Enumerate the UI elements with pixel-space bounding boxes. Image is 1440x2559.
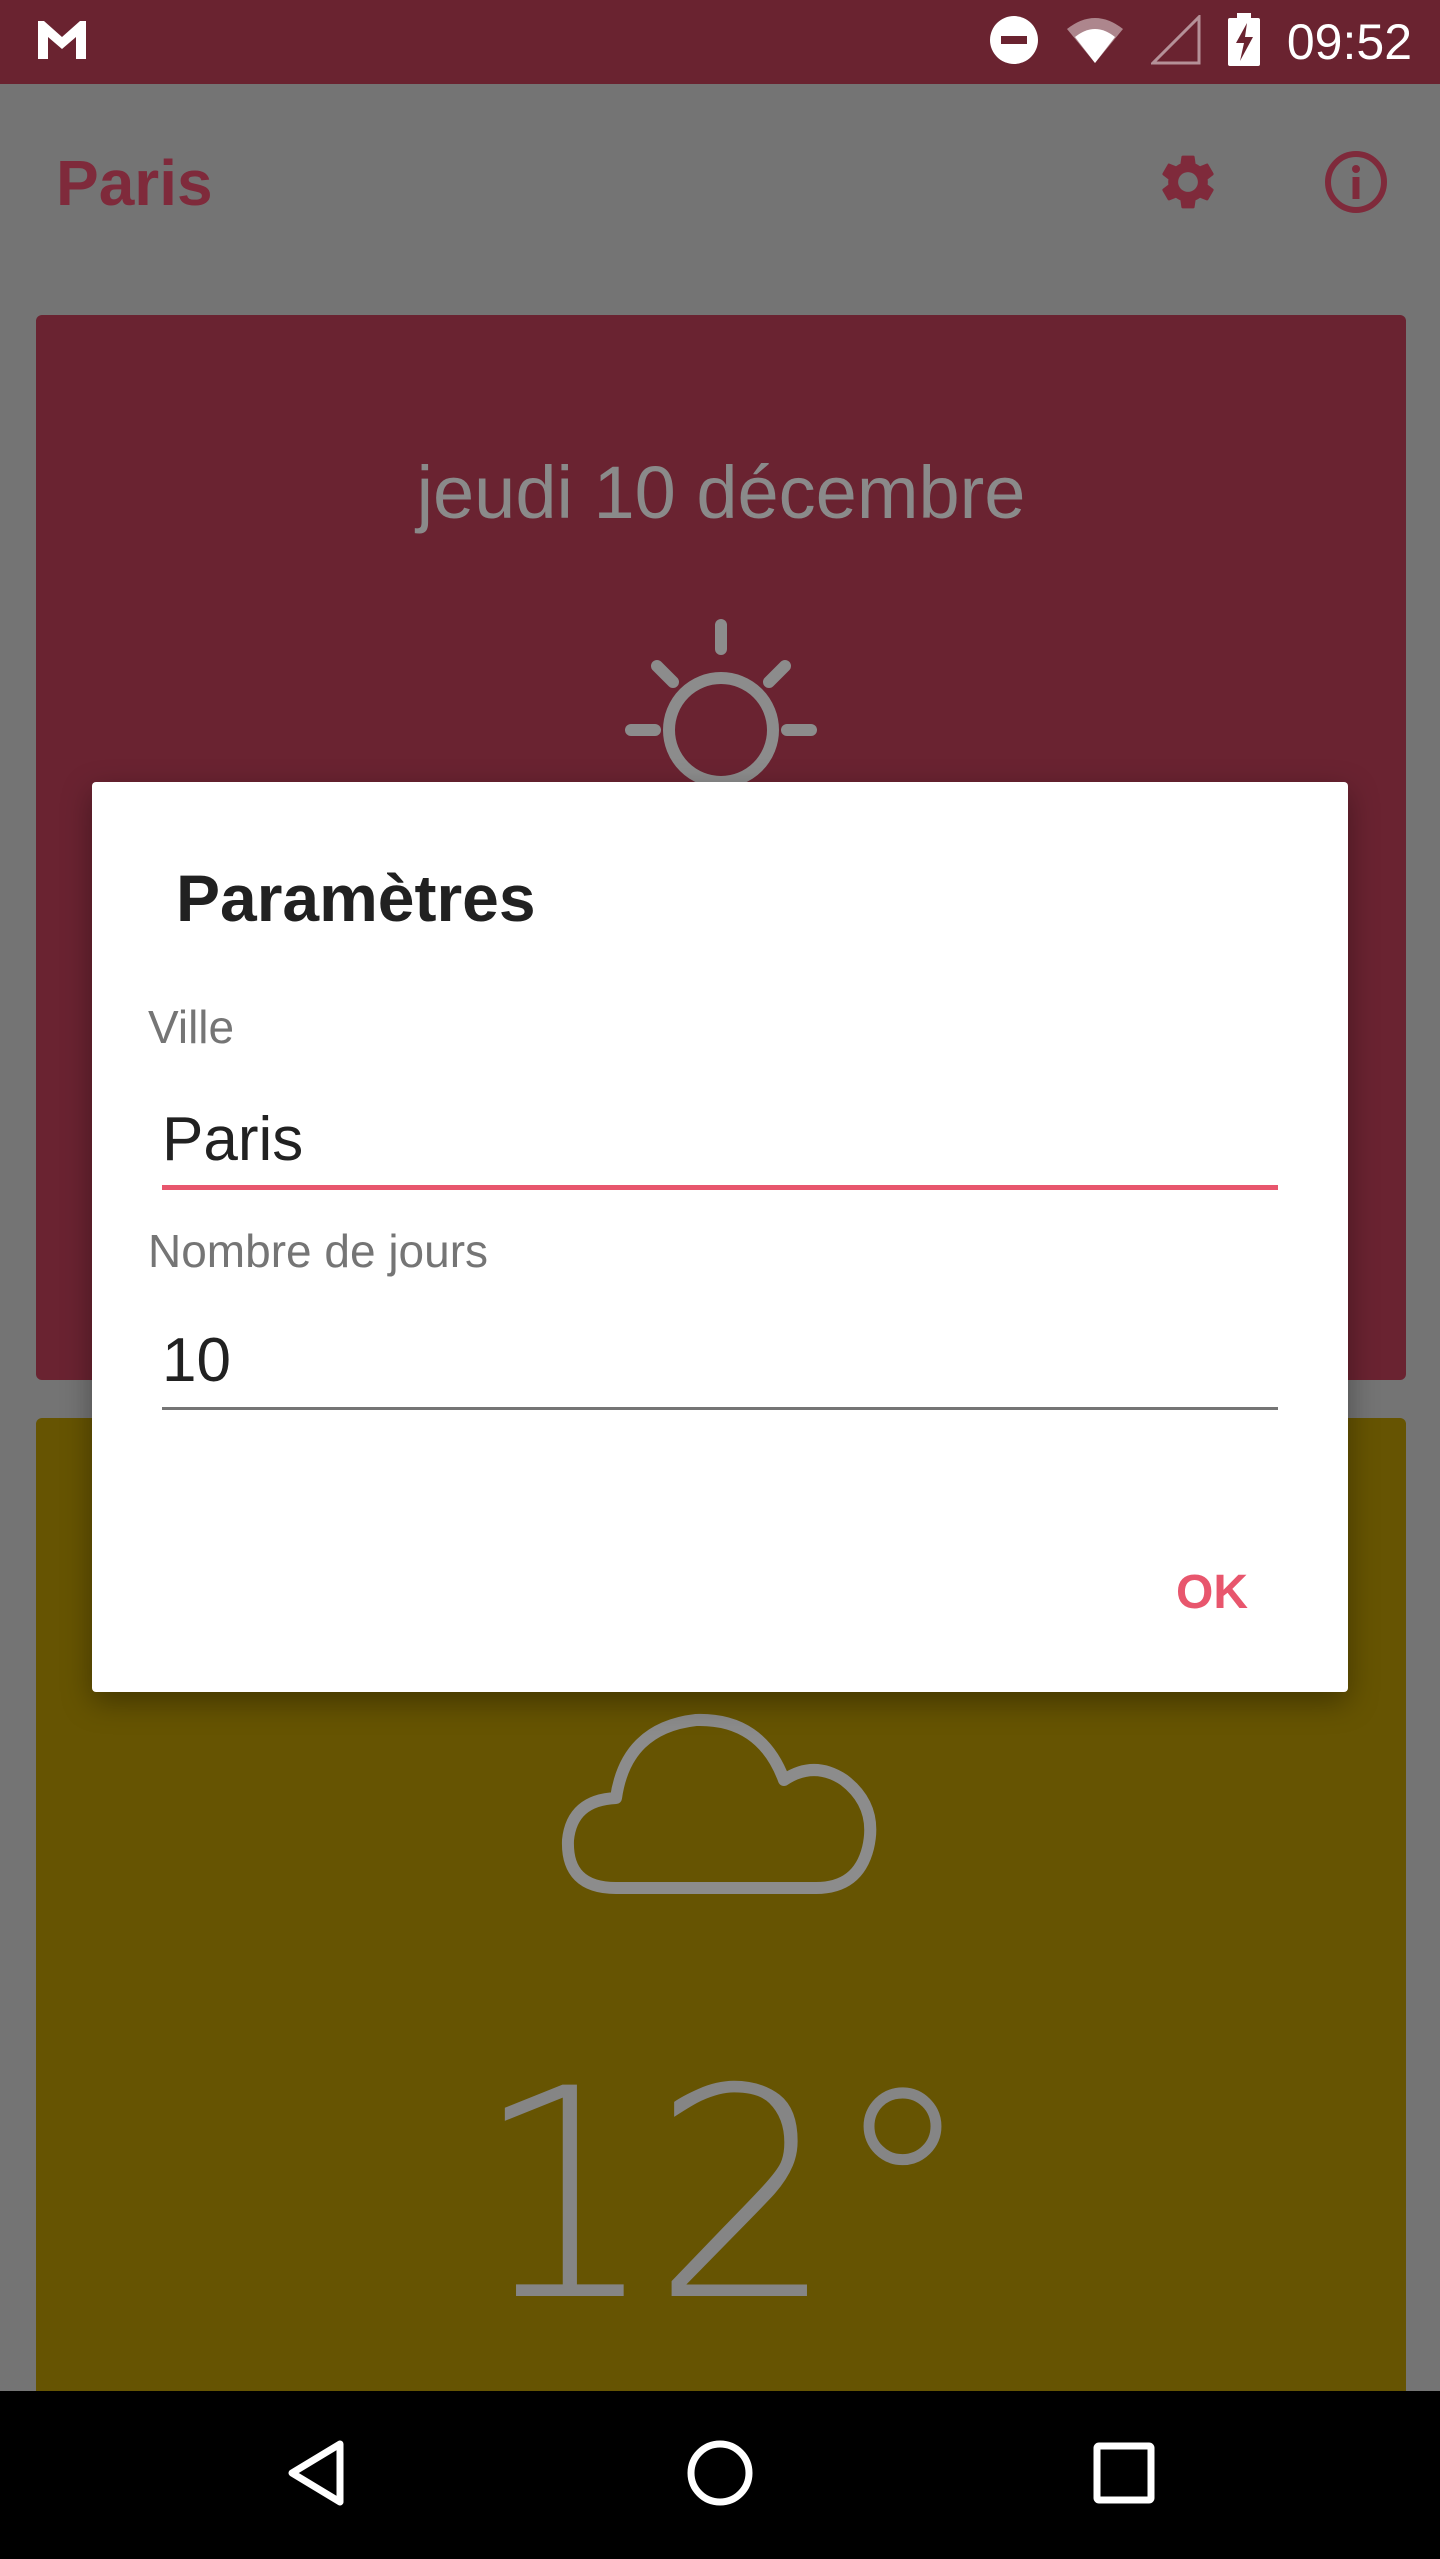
wifi-icon bbox=[1065, 15, 1125, 70]
back-icon bbox=[284, 2438, 348, 2513]
city-input[interactable] bbox=[162, 1094, 1278, 1190]
ok-button[interactable]: OK bbox=[1142, 1552, 1282, 1632]
signal-icon bbox=[1149, 12, 1201, 70]
settings-button[interactable] bbox=[1148, 144, 1228, 224]
do-not-disturb-icon bbox=[989, 15, 1039, 70]
city-label: Ville bbox=[148, 1001, 235, 1053]
home-button[interactable] bbox=[680, 2435, 760, 2515]
gmail-icon bbox=[36, 19, 88, 66]
days-label: Nombre de jours bbox=[148, 1225, 489, 1277]
app-bar: Paris bbox=[0, 84, 1440, 284]
battery-charging-icon bbox=[1227, 12, 1261, 72]
navigation-bar bbox=[0, 2391, 1440, 2559]
info-button[interactable] bbox=[1316, 144, 1396, 224]
cloud-icon bbox=[546, 1688, 896, 1913]
dialog-title: Paramètres bbox=[176, 861, 536, 935]
days-input[interactable] bbox=[162, 1314, 1278, 1410]
info-icon bbox=[1323, 149, 1389, 220]
status-bar: 09:52 bbox=[0, 0, 1440, 84]
app-title: Paris bbox=[56, 147, 213, 219]
home-icon bbox=[685, 2438, 755, 2513]
forecast-date: jeudi 10 décembre bbox=[416, 451, 1026, 534]
recent-apps-icon bbox=[1092, 2441, 1156, 2510]
clock: 09:52 bbox=[1286, 14, 1412, 70]
gear-icon bbox=[1155, 149, 1221, 220]
forecast-temperature: 12° bbox=[472, 2028, 975, 2365]
recent-apps-button[interactable] bbox=[1084, 2435, 1164, 2515]
settings-dialog: Paramètres Ville Nombre de jours OK bbox=[92, 782, 1348, 1692]
back-button[interactable] bbox=[276, 2435, 356, 2515]
